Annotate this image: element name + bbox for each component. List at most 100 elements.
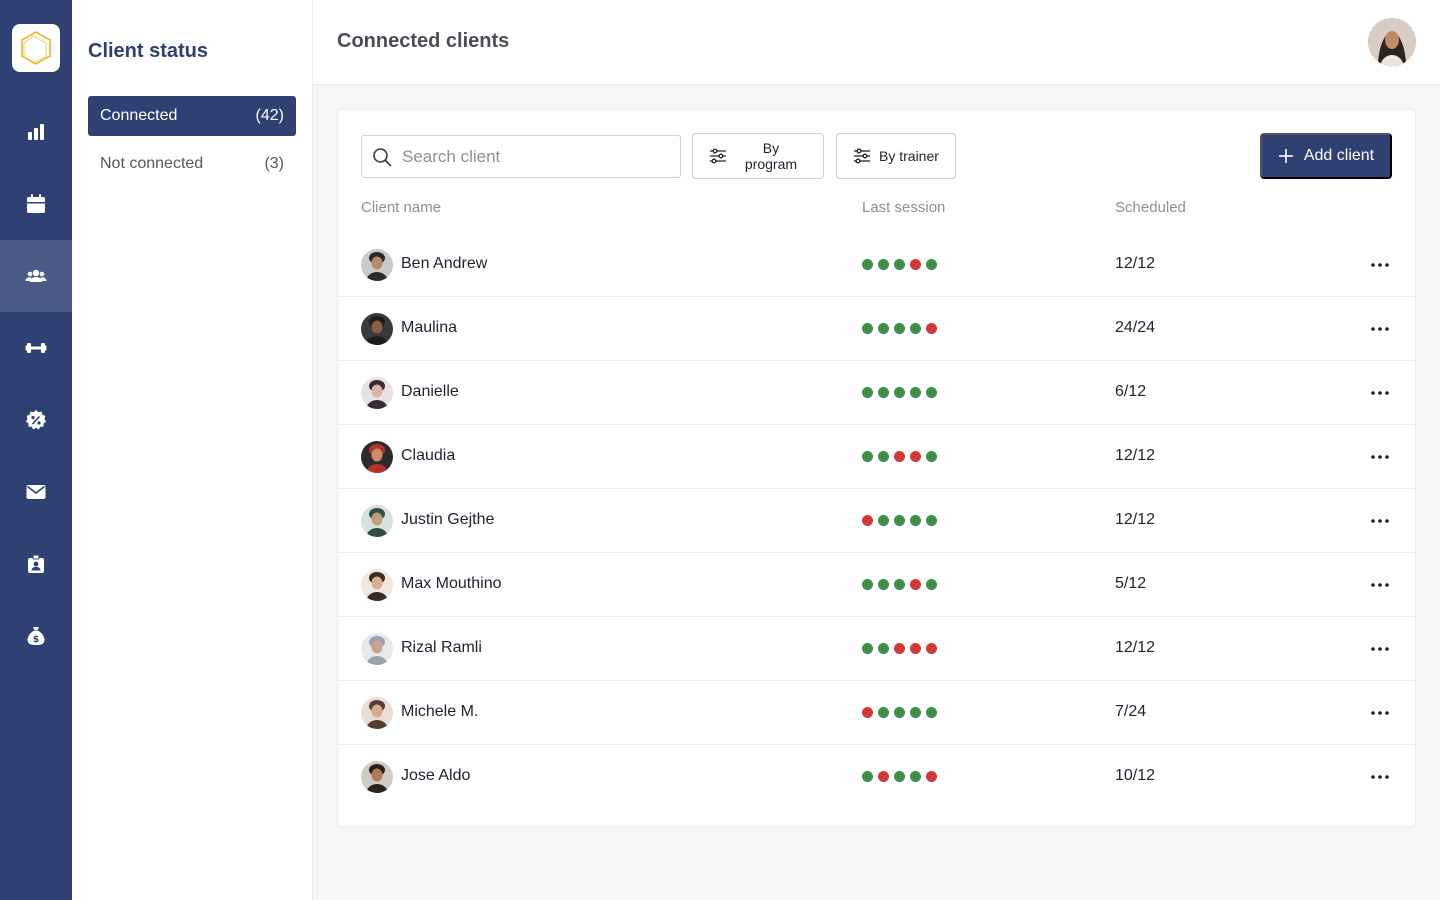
nav-payments[interactable]: $ (0, 600, 72, 672)
icon-rail: $ (0, 0, 72, 900)
session-dot-attended (894, 259, 905, 270)
mail-icon (26, 485, 46, 499)
client-name[interactable]: Maulina (401, 319, 457, 337)
row-actions-button[interactable] (1364, 379, 1396, 407)
session-dot-attended (894, 771, 905, 782)
row-actions-button[interactable] (1364, 635, 1396, 663)
id-badge-icon (28, 554, 44, 573)
session-dot-attended (926, 387, 937, 398)
session-dot-missed (862, 515, 873, 526)
client-avatar-image (361, 697, 393, 729)
session-dot-attended (878, 707, 889, 718)
client-avatar-image (361, 633, 393, 665)
search-input[interactable] (402, 146, 662, 167)
table-row[interactable]: Maulina 24/24 (338, 297, 1415, 361)
svg-text:$: $ (33, 635, 39, 645)
row-actions-button[interactable] (1364, 763, 1396, 791)
search-box[interactable] (361, 135, 681, 178)
session-dot-attended (878, 387, 889, 398)
client-name[interactable]: Jose Aldo (401, 767, 470, 785)
calendar-icon (27, 194, 45, 213)
client-avatar (361, 249, 393, 281)
more-horizontal-icon (1371, 583, 1389, 587)
status-filter-count: (3) (264, 155, 284, 172)
scheduled-count: 12/12 (1115, 255, 1156, 272)
more-horizontal-icon (1371, 647, 1389, 651)
client-name[interactable]: Michele M. (401, 703, 478, 721)
filter-by-program-button[interactable]: By program (692, 133, 824, 179)
client-avatar (361, 313, 393, 345)
client-avatar (361, 377, 393, 409)
status-filter-connected[interactable]: Connected (42) (88, 96, 296, 136)
app-logo[interactable] (12, 24, 60, 72)
client-name[interactable]: Max Mouthino (401, 575, 502, 593)
nav-analytics[interactable] (0, 96, 72, 168)
money-bag-icon: $ (27, 627, 45, 645)
row-actions-button[interactable] (1364, 443, 1396, 471)
column-header-scheduled: Scheduled (1115, 199, 1186, 216)
nav-calendar[interactable] (0, 168, 72, 240)
client-name[interactable]: Claudia (401, 447, 455, 465)
session-dot-attended (862, 643, 873, 654)
session-dot-attended (878, 451, 889, 462)
filter-by-trainer-button[interactable]: By trainer (836, 133, 956, 179)
client-name[interactable]: Justin Gejthe (401, 511, 494, 529)
last-session-indicator (862, 643, 942, 654)
more-horizontal-icon (1371, 775, 1389, 779)
status-filter-count: (42) (255, 107, 284, 124)
table-row[interactable]: Jose Aldo 10/12 (338, 745, 1415, 809)
session-dot-attended (910, 707, 921, 718)
add-client-button[interactable]: Add client (1260, 133, 1392, 179)
client-avatar-image (361, 569, 393, 601)
row-actions-button[interactable] (1364, 699, 1396, 727)
column-header-name: Client name (361, 199, 442, 216)
scheduled-count: 6/12 (1115, 383, 1147, 400)
sliders-icon (709, 148, 726, 164)
table-row[interactable]: Danielle 6/12 (338, 361, 1415, 425)
client-avatar (361, 441, 393, 473)
user-avatar[interactable] (1368, 18, 1416, 66)
client-name[interactable]: Rizal Ramli (401, 639, 482, 657)
page-title: Connected clients (337, 30, 510, 52)
nav-messages[interactable] (0, 456, 72, 528)
session-dot-attended (862, 579, 873, 590)
table-row[interactable]: Justin Gejthe 12/12 (338, 489, 1415, 553)
users-icon (25, 269, 47, 282)
nav-staff[interactable] (0, 528, 72, 600)
session-dot-attended (862, 771, 873, 782)
client-avatar (361, 697, 393, 729)
session-dot-missed (910, 579, 921, 590)
table-row[interactable]: Rizal Ramli 12/12 (338, 617, 1415, 681)
session-dot-attended (878, 515, 889, 526)
session-dot-attended (910, 323, 921, 334)
status-panel-title: Client status (88, 40, 209, 62)
session-dot-missed (862, 707, 873, 718)
row-actions-button[interactable] (1364, 251, 1396, 279)
session-dot-attended (894, 387, 905, 398)
table-row[interactable]: Claudia 12/12 (338, 425, 1415, 489)
nav-clients[interactable] (0, 240, 72, 312)
table-row[interactable]: Ben Andrew 12/12 (338, 233, 1415, 297)
table-row[interactable]: Michele M. 7/24 (338, 681, 1415, 745)
row-actions-button[interactable] (1364, 571, 1396, 599)
nav-promotions[interactable] (0, 384, 72, 456)
client-name[interactable]: Danielle (401, 383, 459, 401)
client-avatar-image (361, 377, 393, 409)
session-dot-missed (910, 643, 921, 654)
status-filter-label: Connected (100, 107, 178, 124)
nav-workouts[interactable] (0, 312, 72, 384)
more-horizontal-icon (1371, 711, 1389, 715)
client-name[interactable]: Ben Andrew (401, 255, 487, 273)
row-actions-button[interactable] (1364, 507, 1396, 535)
session-dot-missed (894, 643, 905, 654)
scheduled-count: 12/12 (1115, 511, 1156, 528)
session-dot-attended (878, 259, 889, 270)
scheduled-count: 24/24 (1115, 319, 1156, 336)
status-filter-not-connected[interactable]: Not connected (3) (88, 144, 296, 184)
status-filter-label: Not connected (100, 155, 204, 172)
last-session-indicator (862, 771, 942, 782)
row-actions-button[interactable] (1364, 315, 1396, 343)
session-dot-missed (878, 771, 889, 782)
table-row[interactable]: Max Mouthino 5/12 (338, 553, 1415, 617)
filter-by-program-label: By program (744, 140, 798, 172)
